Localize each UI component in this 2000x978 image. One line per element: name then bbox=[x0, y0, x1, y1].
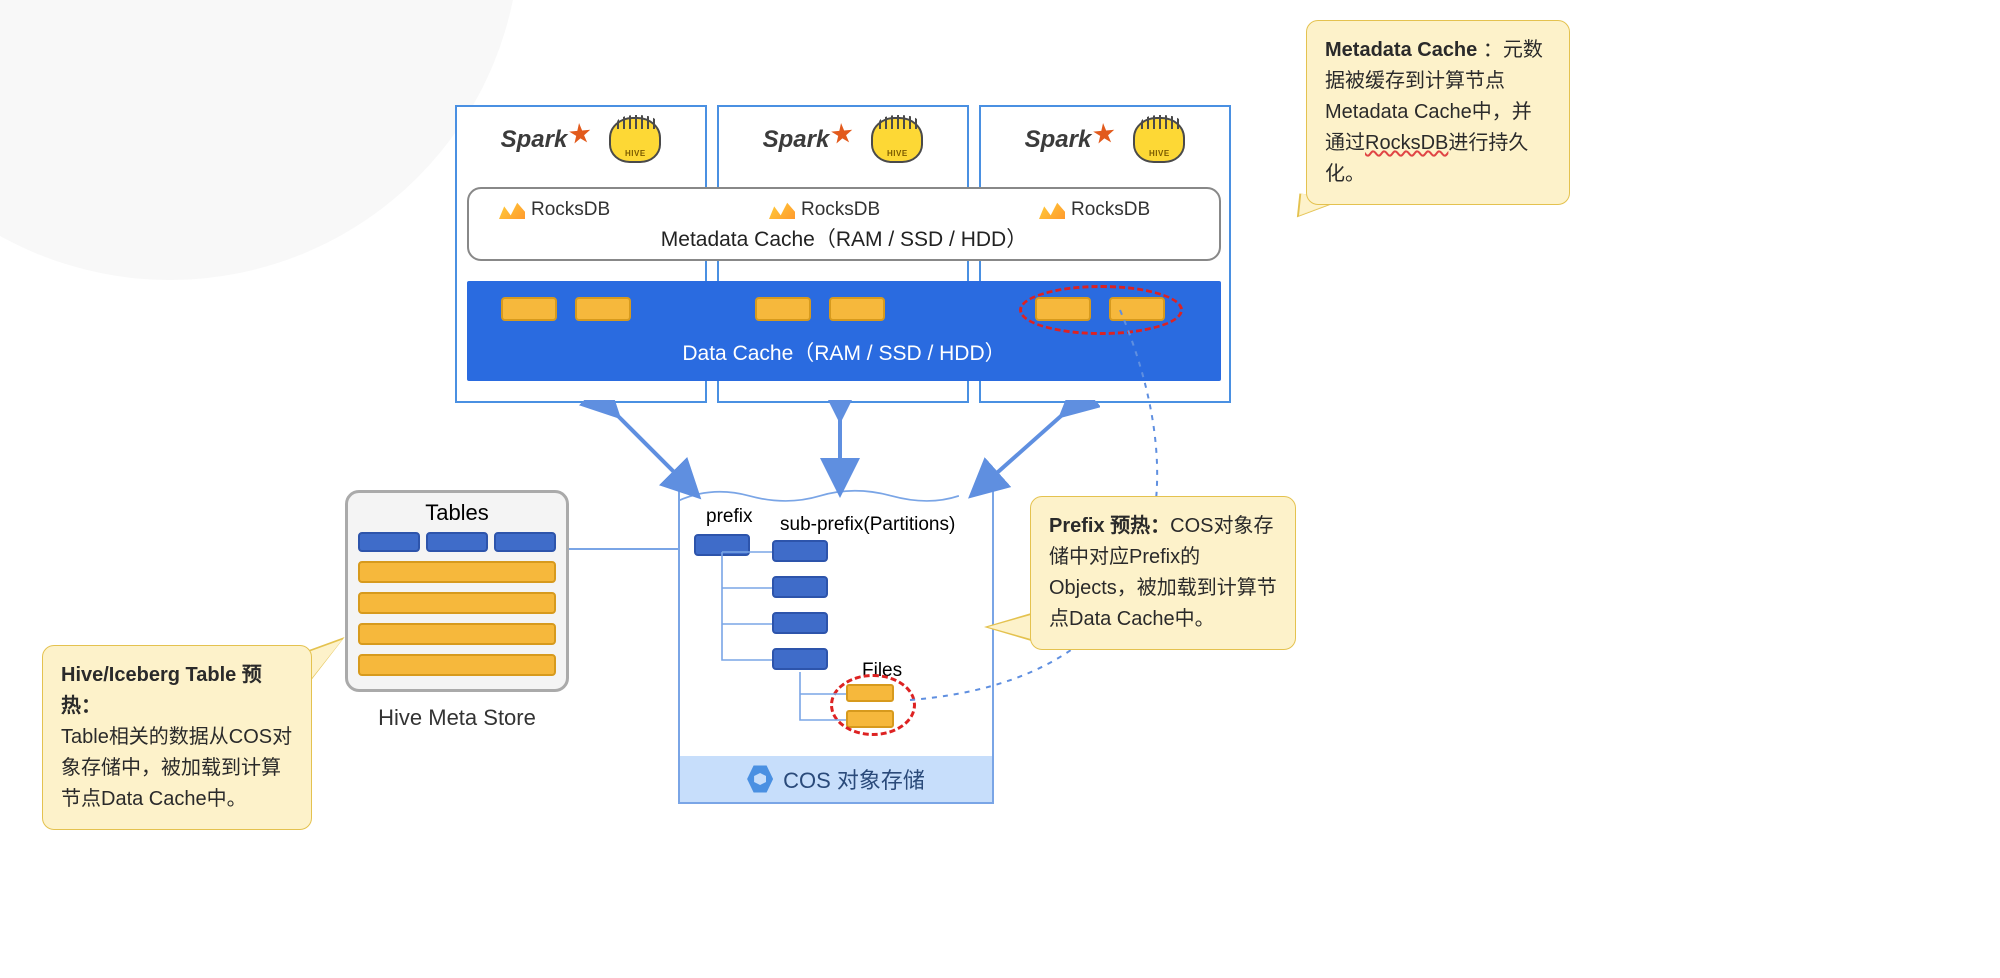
callout-prefix-warmup: Prefix 预热：COS对象存储中对应Prefix的Objects，被加载到计… bbox=[1030, 496, 1296, 650]
spark-logo: Spark bbox=[1025, 126, 1116, 154]
hive-meta-store-box: Tables bbox=[345, 490, 569, 692]
sub-prefix-chip bbox=[772, 540, 828, 562]
callout-table-warmup: Hive/Iceberg Table 预热：Table相关的数据从COS对象存储… bbox=[42, 645, 312, 830]
data-block bbox=[829, 297, 885, 321]
tables-title: Tables bbox=[348, 500, 566, 526]
data-block bbox=[755, 297, 811, 321]
metadata-cache-bar: RocksDB RocksDB RocksDB Metadata Cache（R… bbox=[467, 187, 1221, 261]
spark-logo: Spark bbox=[763, 126, 854, 154]
cos-footer-label: COS 对象存储 bbox=[783, 763, 925, 795]
sub-prefix-chip bbox=[772, 576, 828, 598]
data-block bbox=[575, 297, 631, 321]
cos-footer: COS 对象存储 bbox=[680, 756, 992, 802]
table-chip bbox=[426, 532, 488, 552]
prefix-label: prefix bbox=[706, 506, 752, 528]
table-row bbox=[358, 623, 556, 645]
rocksdb-icon bbox=[499, 201, 525, 219]
table-chip bbox=[358, 532, 420, 552]
hive-logo: HIVE bbox=[609, 117, 661, 163]
table-row bbox=[358, 592, 556, 614]
data-block bbox=[501, 297, 557, 321]
callout-metadata-cache: Metadata Cache ：元数据被缓存到计算节点Metadata Cach… bbox=[1306, 20, 1570, 205]
hive-logo: HIVE bbox=[871, 117, 923, 163]
cos-hex-icon bbox=[747, 764, 773, 794]
table-row bbox=[358, 561, 556, 583]
table-chip bbox=[494, 532, 556, 552]
hive-logo: HIVE bbox=[1133, 117, 1185, 163]
rocksdb-icon bbox=[769, 201, 795, 219]
spark-logo: Spark bbox=[501, 126, 592, 154]
background-ellipse bbox=[0, 0, 520, 280]
rocksdb-icon bbox=[1039, 201, 1065, 219]
rocksdb-label: RocksDB bbox=[801, 199, 880, 221]
hive-meta-store-caption: Hive Meta Store bbox=[345, 705, 569, 731]
rocksdb-label: RocksDB bbox=[1071, 199, 1150, 221]
hms-to-cos-line bbox=[569, 548, 689, 550]
table-row bbox=[358, 654, 556, 676]
metadata-cache-label: Metadata Cache（RAM / SSD / HDD） bbox=[469, 223, 1219, 253]
prefix-chip bbox=[694, 534, 750, 556]
sub-prefix-chip bbox=[772, 648, 828, 670]
rocksdb-label: RocksDB bbox=[531, 199, 610, 221]
sub-prefix-chip bbox=[772, 612, 828, 634]
